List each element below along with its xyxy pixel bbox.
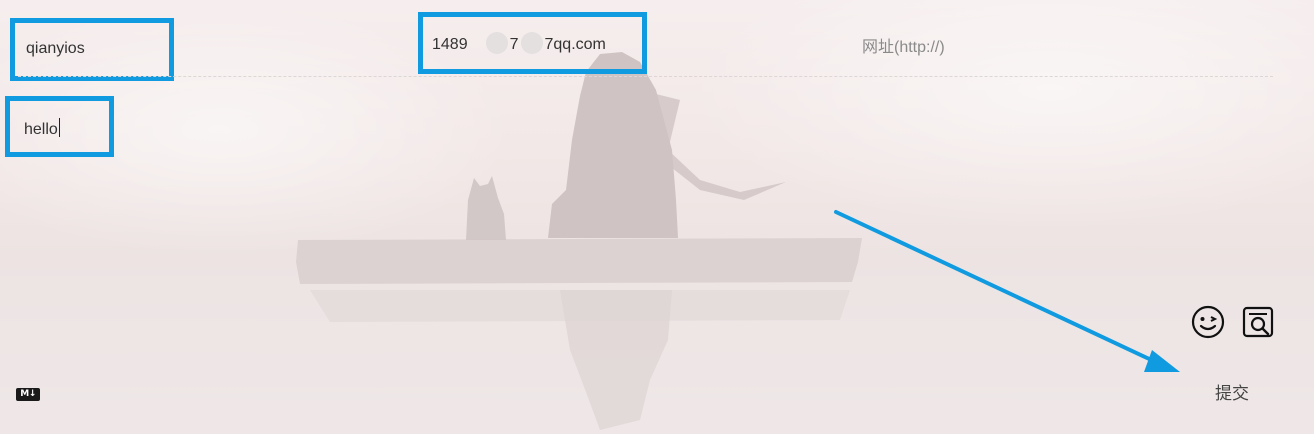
submit-button[interactable]: 提交 — [1196, 372, 1268, 410]
text-caret — [58, 117, 60, 137]
preview-button[interactable] — [1240, 304, 1276, 340]
redaction-mark — [520, 32, 543, 54]
input-divider — [18, 76, 1273, 77]
mail-middle: 7 — [509, 36, 519, 53]
mail-prefix: 1489 — [432, 36, 468, 53]
nick-value: qianyios — [26, 40, 85, 57]
link-field[interactable]: 网址(http://) — [848, 20, 1268, 70]
emoji-icon — [1191, 305, 1225, 339]
emoji-button[interactable] — [1190, 304, 1226, 340]
mail-value: 1489 7 7qq.com — [432, 32, 606, 54]
link-placeholder: 网址(http://) — [862, 39, 945, 56]
markdown-badge-icon[interactable]: M↓ — [16, 388, 40, 401]
comment-text: hello — [6, 117, 60, 139]
comment-textarea[interactable]: hello — [6, 98, 1274, 158]
redaction-mark — [485, 32, 508, 54]
preview-icon — [1242, 306, 1274, 338]
mail-suffix: 7qq.com — [544, 36, 606, 53]
mail-field[interactable]: 1489 7 7qq.com — [420, 14, 646, 72]
nick-field[interactable]: qianyios — [12, 20, 170, 78]
comment-value: hello — [24, 120, 58, 138]
